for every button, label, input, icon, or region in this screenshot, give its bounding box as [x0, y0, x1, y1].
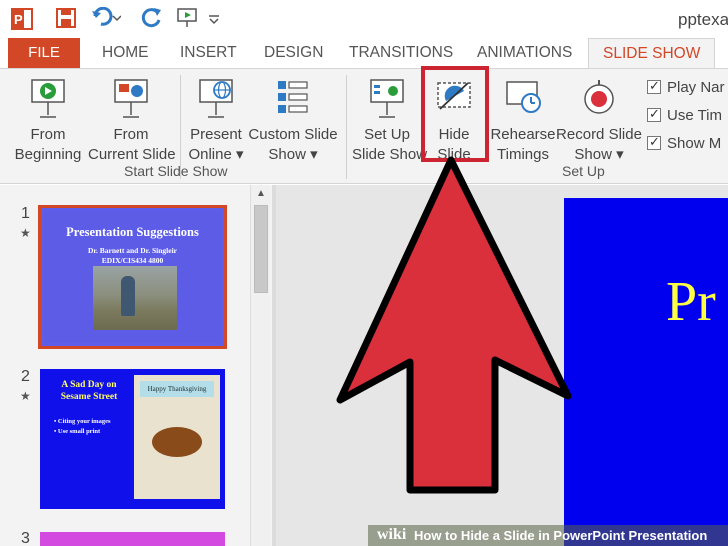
svg-text:P: P [14, 12, 23, 27]
save-icon[interactable] [56, 7, 76, 34]
slide-number: 1 [21, 205, 30, 222]
powerpoint-logo-icon: P [10, 7, 34, 36]
slide-2-title: A Sad Day on Sesame Street [60, 380, 118, 402]
red-arrow-icon [336, 156, 572, 494]
rehearse-timings-icon [506, 81, 541, 113]
checkbox-checked-icon [647, 78, 661, 94]
thumbnail-scrollbar[interactable]: ▲ [250, 185, 270, 546]
slide-1-background: Presentation Suggestions Dr. Barnett and… [44, 211, 221, 343]
slide-thumbnail-3[interactable] [40, 532, 225, 546]
watermark-bar: wiki How to Hide a Slide in PowerPoint P… [368, 525, 728, 546]
customize-toolbar-icon[interactable] [208, 12, 220, 30]
slide-1-title: Presentation Suggestions [66, 225, 199, 239]
start-slideshow-icon[interactable] [176, 7, 202, 34]
group-label-start-slide-show: Start Slide Show [124, 163, 228, 179]
animation-star-icon: ★ [20, 226, 31, 240]
slide-number: 2 [21, 368, 30, 385]
set-up-slide-show-icon [370, 79, 404, 118]
document-title: pptexa [678, 10, 728, 29]
slide-2-bullets: • Citing your images • Use small print [54, 418, 111, 435]
from-beginning-icon [31, 79, 65, 118]
record-icon [584, 80, 614, 114]
quick-access-toolbar: P pptexa [0, 0, 728, 38]
play-narrations-checkbox[interactable]: Play Nar [647, 78, 725, 96]
redo-icon[interactable] [141, 7, 163, 34]
tab-slide-show[interactable]: SLIDE SHOW [588, 38, 716, 69]
slide-thumbnail-2[interactable]: A Sad Day on Sesame Street • Citing your… [40, 369, 225, 509]
slide-1-photo [93, 266, 177, 330]
tab-home[interactable]: HOME [102, 38, 149, 68]
animation-star-icon: ★ [20, 389, 31, 403]
slide-1-subtitle: Dr. Barnett and Dr. Singleir EDIX/CIS434… [87, 246, 178, 265]
scroll-thumb[interactable] [254, 205, 268, 293]
watermark-title: How to Hide a Slide in PowerPoint Presen… [414, 528, 708, 543]
slide-2-picture: Happy Thanksgiving [134, 375, 220, 499]
slide-2-banner: Happy Thanksgiving [140, 381, 214, 397]
from-current-slide-button[interactable]: From Current Slide [88, 77, 176, 165]
tab-file[interactable]: FILE [8, 38, 80, 68]
present-online-icon [199, 79, 233, 118]
checkbox-checked-icon [647, 134, 661, 150]
from-current-slide-icon [114, 79, 148, 118]
ribbon-tabs: FILE HOME INSERT DESIGN TRANSITIONS ANIM… [0, 38, 728, 69]
undo-icon[interactable] [91, 6, 122, 34]
checkbox-checked-icon [647, 106, 661, 122]
show-media-controls-checkbox[interactable]: Show M [647, 134, 721, 152]
tab-animations[interactable]: ANIMATIONS [477, 38, 572, 68]
from-beginning-button[interactable]: From Beginning [14, 77, 82, 165]
slide-thumbnail-1[interactable]: Presentation Suggestions Dr. Barnett and… [38, 205, 227, 349]
current-slide-title: Pr [666, 271, 716, 333]
present-online-button[interactable]: Present Online ▾ [186, 77, 246, 165]
tab-transitions[interactable]: TRANSITIONS [349, 38, 453, 68]
turkey-figure [152, 427, 202, 457]
slide-number: 3 [21, 530, 30, 546]
custom-slide-show-icon [278, 81, 308, 113]
use-timings-checkbox[interactable]: Use Tim [647, 106, 722, 124]
scroll-up-icon[interactable]: ▲ [251, 185, 271, 203]
wikihow-logo: wiki [377, 526, 407, 543]
person-figure [121, 276, 135, 316]
tab-insert[interactable]: INSERT [180, 38, 237, 68]
tab-design[interactable]: DESIGN [264, 38, 323, 68]
hide-slide-highlight-box [421, 66, 489, 162]
